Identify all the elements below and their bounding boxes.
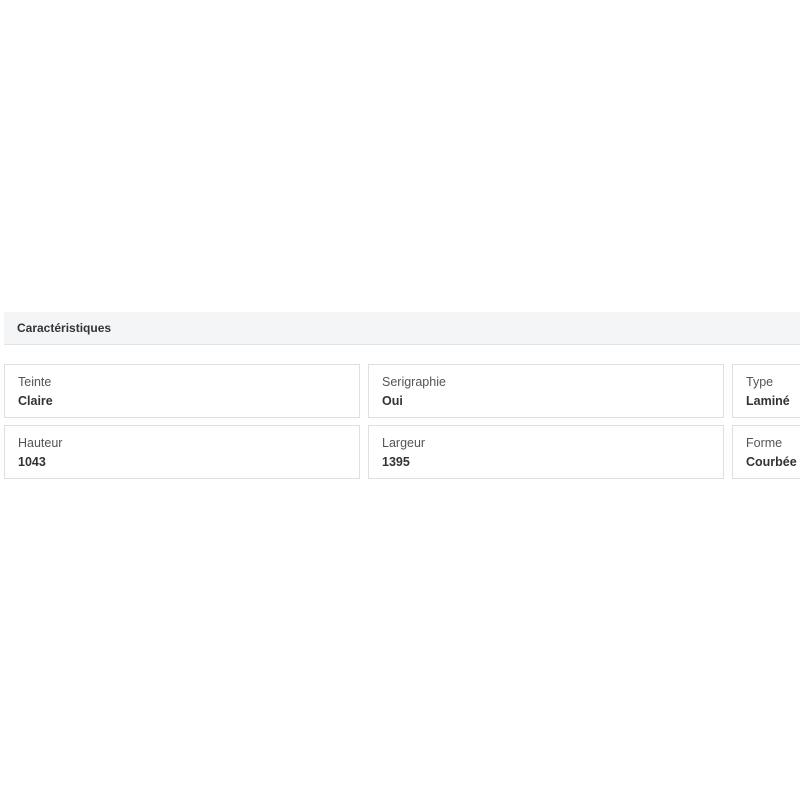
characteristic-value: Claire (18, 394, 53, 408)
characteristic-card-type: Type Laminé (732, 364, 800, 418)
characteristic-value: Oui (382, 394, 403, 408)
characteristic-card-largeur: Largeur 1395 (368, 425, 724, 479)
characteristic-label: Hauteur (18, 436, 63, 450)
characteristic-label: Serigraphie (382, 375, 446, 389)
characteristic-value: 1395 (382, 455, 410, 469)
characteristic-card-hauteur: Hauteur 1043 (4, 425, 360, 479)
characteristic-value: 1043 (18, 455, 46, 469)
characteristic-card-serigraphie: Serigraphie Oui (368, 364, 724, 418)
characteristic-value: Courbée (746, 455, 797, 469)
characteristic-value: Laminé (746, 394, 790, 408)
characteristic-label: Forme (746, 436, 783, 450)
section-title: Caractéristiques (4, 312, 800, 345)
characteristic-label: Teinte (18, 375, 52, 389)
characteristics-panel: Caractéristiques Teinte Claire Serigraph… (4, 312, 800, 480)
characteristic-card-forme: Forme Courbée (732, 425, 800, 479)
characteristic-label: Type (746, 375, 774, 389)
characteristic-label: Largeur (382, 436, 426, 450)
characteristic-card-teinte: Teinte Claire (4, 364, 360, 418)
characteristics-grid: Teinte Claire Serigraphie Oui Type Lamin… (4, 364, 800, 480)
